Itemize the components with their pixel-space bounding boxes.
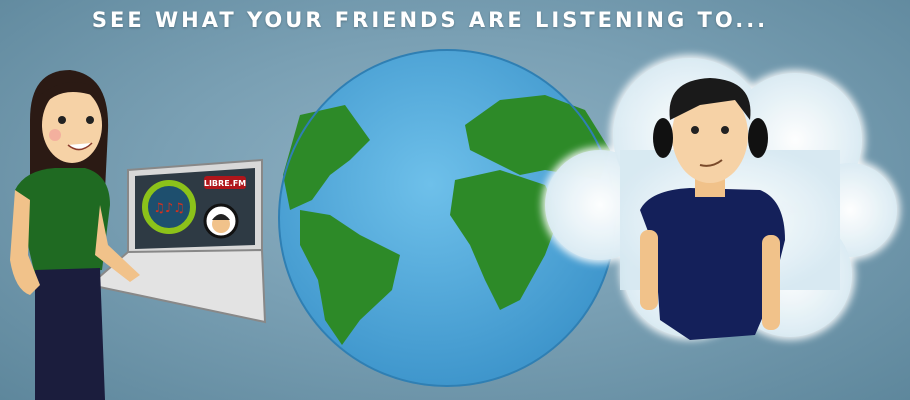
woman: [10, 70, 140, 400]
music-notes-icon: ♫♪♫: [153, 201, 185, 216]
illustration: ♫♪♫ LIBRE.FM: [10, 49, 900, 400]
laptop: ♫♪♫ LIBRE.FM: [87, 158, 267, 324]
libre-fm-logo-text: LIBRE.FM: [204, 179, 246, 188]
